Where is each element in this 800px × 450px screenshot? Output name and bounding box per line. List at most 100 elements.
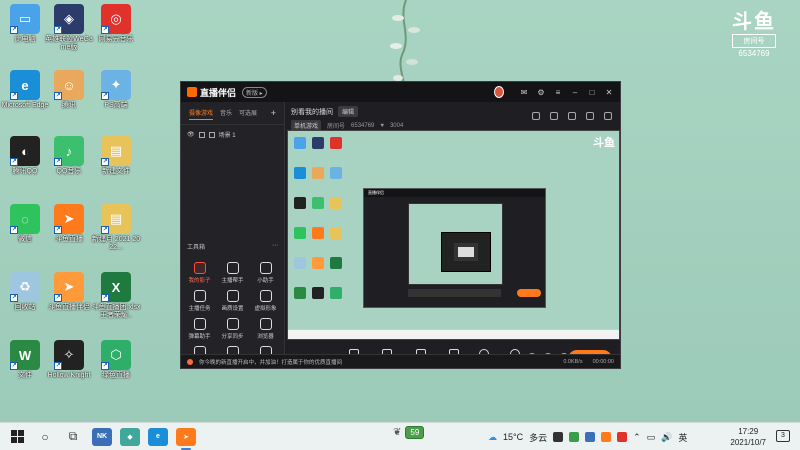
desktop-app-icon: ◎ ↗ xyxy=(101,4,131,34)
share-icon[interactable] xyxy=(604,112,612,120)
fullscreen-icon[interactable] xyxy=(586,112,594,120)
edit-button[interactable]: 编辑 xyxy=(338,106,359,117)
desktop-icon[interactable]: e ↗ Microsoft Edge xyxy=(0,70,50,110)
tab-camera-game[interactable]: 摄像游戏 xyxy=(189,108,214,120)
desktop-icon[interactable]: ➤ ↗ 斗鱼直播 xyxy=(44,204,94,244)
tool-item[interactable]: 主播帮手 xyxy=(216,262,249,284)
desktop-icon-label: QQ音乐 xyxy=(56,168,82,175)
weather-text[interactable]: 多云 xyxy=(529,431,547,444)
windows-start-icon[interactable] xyxy=(6,426,28,448)
ime-indicator[interactable]: 英 xyxy=(678,431,687,444)
tray-app-icon[interactable] xyxy=(601,432,612,442)
tool-item[interactable]: 主播任务 xyxy=(183,290,216,312)
weather-icon[interactable]: ☁ xyxy=(488,432,497,443)
taskbar-app-icon[interactable]: ➤ xyxy=(176,427,196,450)
desktop-icon[interactable]: ⬡ ↗ 绿色直播 xyxy=(91,340,141,380)
tool-item[interactable]: 分享同步 xyxy=(216,318,249,340)
menu-icon[interactable]: ≡ xyxy=(553,88,563,97)
preview-icon xyxy=(312,167,324,179)
taskbar-app-icon[interactable]: e xyxy=(148,427,168,446)
taskbar-app-icon[interactable]: NK xyxy=(92,427,112,446)
icon-glyph: ◎ xyxy=(110,11,122,26)
lock-icon[interactable] xyxy=(198,131,205,138)
preview-taskbar xyxy=(288,329,619,339)
desktop-app-icon: ✧ ↗ xyxy=(54,340,84,370)
icon-glyph: W xyxy=(18,347,32,363)
tab-music[interactable]: 音乐 xyxy=(220,108,232,120)
volume-icon[interactable]: 🔊 xyxy=(661,432,672,443)
message-icon[interactable]: ✉ xyxy=(519,88,529,97)
tool-item[interactable]: 我的影子 xyxy=(183,262,216,284)
tab-optional[interactable]: 可选展 xyxy=(239,108,257,120)
minimize-icon[interactable]: – xyxy=(570,88,580,97)
version-badge[interactable]: 新版 ▸ xyxy=(242,86,267,98)
weather-temp[interactable]: 15°C xyxy=(503,432,523,442)
taskbar-app-icon[interactable]: ◆ xyxy=(120,427,140,446)
desktop-icon[interactable]: ➤ ↗ 斗鱼直播伴侣 xyxy=(44,272,94,312)
preview-icon xyxy=(294,287,306,299)
tray-app-icon[interactable] xyxy=(569,432,580,442)
chevron-up-icon[interactable]: ⌃ xyxy=(633,432,641,443)
user-avatar[interactable] xyxy=(494,86,504,98)
preview-icon xyxy=(330,137,342,149)
task-view-icon[interactable]: ⧉ xyxy=(62,426,84,448)
tool-item[interactable]: 虚拟形象 xyxy=(249,290,282,312)
desktop-icon[interactable]: ◎ ↗ 网易云音乐 xyxy=(91,4,141,44)
desktop-app-icon: ▭ ↗ xyxy=(10,4,40,34)
scene-item[interactable]: 👁 场景 1 xyxy=(181,125,284,144)
live-preview[interactable]: 斗鱼 直播伴侣 xyxy=(287,130,620,340)
preview-icon xyxy=(294,167,306,179)
desktop-icon[interactable]: X ↗ 斗鱼直播团.xlsx 王者荣耀.. xyxy=(91,272,141,320)
tool-item[interactable]: 画质设置 xyxy=(216,290,249,312)
preview-icon xyxy=(294,197,306,209)
layout-icon[interactable] xyxy=(532,112,540,120)
desktop-icon[interactable]: ◈ ↗ 英雄联盟WeGame版 xyxy=(44,4,94,52)
desktop-icon-label: 新建月 2021 2022... xyxy=(91,236,141,251)
desktop-icon-label: 此电脑 xyxy=(14,36,36,43)
app-title: 直播伴侣 xyxy=(200,87,237,98)
tray-counter: 59 xyxy=(405,426,425,439)
preview-icon xyxy=(330,167,342,179)
network-icon[interactable]: ▭ xyxy=(647,432,656,443)
icon-glyph: ♪ xyxy=(65,143,73,159)
desktop-icon[interactable]: ▤ ↗ 新建文件 xyxy=(91,136,141,176)
eye-icon[interactable]: 👁 xyxy=(187,131,195,138)
maximize-icon[interactable]: □ xyxy=(587,88,597,97)
desktop-icon[interactable]: ◐ ↗ 腾讯QQ xyxy=(0,136,50,176)
preview-panel: 别看我的播间 编辑 单机游戏 房间号 6534769 ♥ 3004 斗鱼 直播伴… xyxy=(285,102,620,369)
tool-item[interactable]: 浏览器 xyxy=(249,318,282,340)
desktop-icon[interactable]: ✧ ↗ Hollow Knight xyxy=(44,340,94,380)
source-tabs: 摄像游戏 音乐 可选展 + xyxy=(181,102,284,125)
search-icon[interactable]: ○ xyxy=(34,426,56,448)
desktop-icon[interactable]: ♪ ↗ QQ音乐 xyxy=(44,136,94,176)
desktop-icon[interactable]: ◌ ↗ 微信 xyxy=(0,204,50,244)
close-icon[interactable]: ✕ xyxy=(604,88,614,97)
tool-icon xyxy=(226,318,239,330)
desktop-icon[interactable]: W ↗ 文件 xyxy=(0,340,50,380)
tray-widget[interactable]: ❦ 59 xyxy=(393,426,425,439)
desktop-icon[interactable]: ✦ ↗ PS高端 xyxy=(91,70,141,110)
desktop-icon[interactable]: ▭ ↗ 此电脑 xyxy=(0,4,50,44)
shortcut-arrow-icon: ↗ xyxy=(54,92,62,100)
desktop: { "desktop": { "icons": [ {"label": "此电脑… xyxy=(0,0,800,450)
tool-item[interactable]: 小助手 xyxy=(249,262,282,284)
app-titlebar: 直播伴侣 新版 ▸ ✉ ⚙ ≡ – □ ✕ xyxy=(181,82,620,102)
settings-icon[interactable]: ⚙ xyxy=(536,88,546,97)
tray-app-icon[interactable] xyxy=(553,432,564,442)
notification-icon[interactable]: 3 xyxy=(776,430,790,442)
toolbox-label: 工具箱 xyxy=(187,245,206,251)
tray-app-icon[interactable] xyxy=(617,432,628,442)
clock[interactable]: 17:29 2021/10/7 xyxy=(730,426,766,448)
portrait-icon[interactable] xyxy=(568,112,576,120)
landscape-icon[interactable] xyxy=(550,112,558,120)
add-source-icon[interactable]: + xyxy=(271,108,276,120)
toolbox-more-icon[interactable]: ⋯ xyxy=(272,242,278,251)
desktop-icon[interactable]: ♻ ↗ 回收站 xyxy=(0,272,50,312)
desktop-icon[interactable]: ☺ ↗ 腾讯 xyxy=(44,70,94,110)
shortcut-arrow-icon: ↗ xyxy=(101,158,109,166)
clock-time: 17:29 xyxy=(738,427,759,436)
desktop-icon[interactable]: ▤ ↗ 新建月 2021 2022... xyxy=(91,204,141,252)
icon-glyph: ♻ xyxy=(19,279,31,294)
tray-app-icon[interactable] xyxy=(585,432,596,442)
tool-item[interactable]: 弹幕助手 xyxy=(183,318,216,340)
